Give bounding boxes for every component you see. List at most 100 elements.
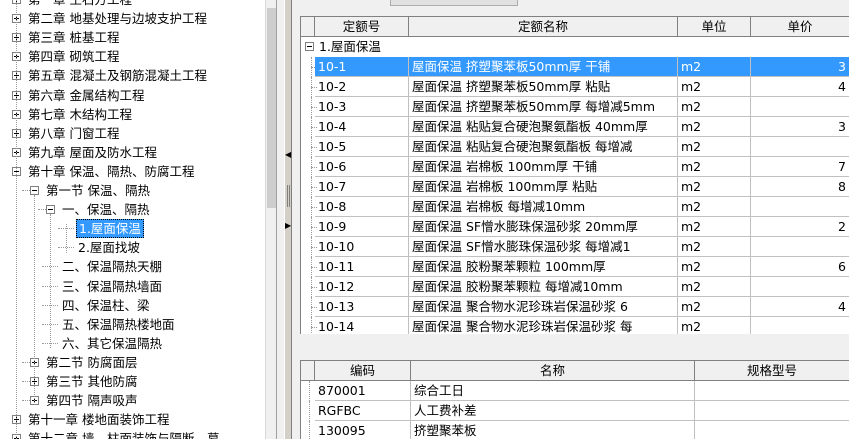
cell-quota-name: 屋面保温 岩棉板 100mm厚 干铺 <box>409 157 678 177</box>
table-row[interactable]: 870001 综合工日 <box>301 381 849 401</box>
header-price[interactable]: 单价 <box>751 17 849 37</box>
tree-connector <box>22 381 30 382</box>
tree-item-label: 第一章 土石方工程 <box>26 0 134 9</box>
cell-price <box>751 317 849 334</box>
cell-quota-code: 10-2 <box>315 77 409 97</box>
tree-item[interactable]: 第一节 保温、隔热 <box>0 181 265 200</box>
tree-connector <box>309 401 310 421</box>
chapter-tree[interactable]: 第一章 土石方工程第二章 地基处理与边坡支护工程第三章 桩基工程第四章 砌筑工程… <box>0 0 276 439</box>
tree-scrollbar[interactable] <box>265 0 276 439</box>
cell-price: 4 <box>751 297 849 317</box>
table-row[interactable]: 10-10 屋面保温 SF憎水膨珠保温砂浆 每增减1 m2 <box>301 237 849 257</box>
tree-item[interactable]: 三、保温隔热墙面 <box>0 277 265 296</box>
table-row[interactable]: 10-9 屋面保温 SF憎水膨珠保温砂浆 20mm厚 m2 2 <box>301 217 849 237</box>
cell-quota-code: 10-11 <box>315 257 409 277</box>
cell-unit: m2 <box>678 57 751 77</box>
table-row[interactable]: 10-5 屋面保温 粘贴复合硬泡聚氨酯板 每增减 m2 <box>301 137 849 157</box>
tree-item[interactable]: 第四章 砌筑工程 <box>0 47 265 66</box>
tree-item[interactable]: 第二章 地基处理与边坡支护工程 <box>0 9 265 28</box>
tree-item[interactable]: 第二节 防腐面层 <box>0 353 265 372</box>
cell-unit: m2 <box>678 317 751 334</box>
cell-price: 6 <box>751 257 849 277</box>
tree-item[interactable]: 六、其它保温隔热 <box>0 334 265 353</box>
collapse-icon[interactable] <box>30 186 39 195</box>
splitter-handle[interactable]: ◀ ▶ <box>284 0 292 439</box>
tree-item[interactable]: 第一章 土石方工程 <box>0 0 265 9</box>
table-row[interactable]: 10-12 屋面保温 胶粉聚苯颗粒 每增减10mm m2 <box>301 277 849 297</box>
cell-unit: m2 <box>678 137 751 157</box>
table-row[interactable]: 10-4 屋面保温 粘贴复合硬泡聚氨酯板 40mm厚 m2 3 <box>301 117 849 137</box>
cell-quota-name: 屋面保温 胶粉聚苯颗粒 每增减10mm <box>409 277 678 297</box>
tree-item[interactable]: 四、保温柱、梁 <box>0 296 265 315</box>
tree-item[interactable]: 第七章 木结构工程 <box>0 105 265 124</box>
tree-item[interactable]: 2.屋面找坡 <box>0 238 265 257</box>
tree-connector <box>311 277 312 297</box>
table-row[interactable]: 10-14 屋面保温 聚合物水泥珍珠岩保温砂浆 每 m2 <box>301 317 849 334</box>
header-unit[interactable]: 单位 <box>678 17 751 37</box>
header-material-code[interactable]: 编码 <box>315 361 411 381</box>
cell-quota-code: 10-13 <box>315 297 409 317</box>
table-row[interactable]: RGFBC 人工费补差 <box>301 401 849 421</box>
cell-material-code: 870001 <box>315 381 411 401</box>
tree-item[interactable]: 第八章 门窗工程 <box>0 124 265 143</box>
tree-connector <box>311 217 312 237</box>
tree-item[interactable]: 第九章 屋面及防水工程 <box>0 143 265 162</box>
table-row[interactable]: 10-11 屋面保温 胶粉聚苯颗粒 100mm厚 m2 6 <box>301 257 849 277</box>
header-quota-code[interactable]: 定额号 <box>315 17 409 37</box>
collapse-icon[interactable] <box>46 205 55 215</box>
material-grid[interactable]: 编码 名称 规格型号 870001 综合工日 RGFBC 人工费补差 130095 挤塑聚… <box>300 360 849 439</box>
header-material-name[interactable]: 名称 <box>411 361 695 381</box>
tree-item[interactable]: 第四节 隔声吸声 <box>0 391 265 410</box>
cell-quota-name: 屋面保温 岩棉板 每增减10mm <box>409 197 678 217</box>
table-row[interactable]: 10-13 屋面保温 聚合物水泥珍珠岩保温砂浆 6 m2 4 <box>301 297 849 317</box>
cell-price: 4 <box>751 77 849 97</box>
tree-item-label: 第二节 防腐面层 <box>46 354 138 370</box>
toolbar-button[interactable] <box>390 0 518 6</box>
cell-spec <box>695 401 849 421</box>
cell-quota-name: 屋面保温 岩棉板 100mm厚 粘贴 <box>409 177 678 197</box>
table-row[interactable]: 10-1 屋面保温 挤塑聚苯板50mm厚 干铺 m2 3 <box>301 57 849 77</box>
tree-item[interactable]: 二、保温隔热天棚 <box>0 257 265 276</box>
cell-unit: m2 <box>678 177 751 197</box>
tree-item[interactable]: 第五章 混凝土及钢筋混凝土工程 <box>0 66 265 85</box>
tree-item[interactable]: 第三章 桩基工程 <box>0 28 265 47</box>
cell-quota-name: 屋面保温 胶粉聚苯颗粒 100mm厚 <box>409 257 678 277</box>
table-row[interactable]: 10-7 屋面保温 岩棉板 100mm厚 粘贴 m2 8 <box>301 177 849 197</box>
tree-item[interactable]: 一、保温、隔热 <box>0 200 265 219</box>
group-row[interactable]: 1.屋面保温 <box>301 37 849 57</box>
tree-item[interactable]: 第十二章 墙、柱面装饰与隔断、幕 <box>0 429 265 439</box>
tree-item[interactable]: 第十一章 楼地面装饰工程 <box>0 410 265 429</box>
tree-connector <box>311 257 312 277</box>
cell-quota-code: 10-10 <box>315 237 409 257</box>
header-spec[interactable]: 规格型号 <box>695 361 849 381</box>
cell-quota-name: 屋面保温 聚合物水泥珍珠岩保温砂浆 每 <box>409 317 678 334</box>
tree-item-label: 第五章 混凝土及钢筋混凝土工程 <box>28 68 207 84</box>
cell-quota-name: 屋面保温 粘贴复合硬泡聚氨酯板 每增减 <box>409 137 678 157</box>
cell-quota-name: 屋面保温 聚合物水泥珍珠岩保温砂浆 6 <box>409 297 678 317</box>
cell-spec <box>695 381 849 401</box>
table-row[interactable]: 10-6 屋面保温 岩棉板 100mm厚 干铺 m2 7 <box>301 157 849 177</box>
table-row[interactable]: 10-8 屋面保温 岩棉板 每增减10mm m2 <box>301 197 849 217</box>
header-quota-name[interactable]: 定额名称 <box>409 17 678 37</box>
table-row[interactable]: 10-2 屋面保温 挤塑聚苯板50mm厚 粘贴 m2 4 <box>301 77 849 97</box>
cell-price <box>751 277 849 297</box>
tree-item-label: 1.屋面保温 <box>76 219 144 239</box>
cell-quota-name: 屋面保温 挤塑聚苯板50mm厚 每增减5mm <box>409 97 678 117</box>
tree-item[interactable]: 五、保温隔热楼地面 <box>0 315 265 334</box>
cell-quota-code: 10-3 <box>315 97 409 117</box>
cell-material-name: 挤塑聚苯板 <box>411 421 695 439</box>
table-row[interactable]: 130095 挤塑聚苯板 <box>301 421 849 439</box>
table-row[interactable]: 10-3 屋面保温 挤塑聚苯板50mm厚 每增减5mm m2 <box>301 97 849 117</box>
tree-item[interactable]: 第十章 保温、隔热、防腐工程 <box>0 162 265 181</box>
cell-unit: m2 <box>678 77 751 97</box>
tree-item-label: 第三节 其他防腐 <box>46 374 138 389</box>
tree-scrollbar-thumb[interactable] <box>267 8 276 208</box>
cell-price <box>751 97 849 117</box>
tree-item[interactable]: 1.屋面保温 <box>0 219 265 239</box>
group-collapse-icon[interactable] <box>305 42 314 51</box>
quota-grid[interactable]: 定额号 定额名称 单位 单价 1.屋面保温 10-1 屋面保温 挤塑聚苯板50mm… <box>300 16 849 334</box>
expand-right-icon[interactable]: ▶ <box>285 221 291 231</box>
tree-item[interactable]: 第六章 金属结构工程 <box>0 86 265 105</box>
collapse-left-icon[interactable]: ◀ <box>285 150 291 160</box>
tree-item[interactable]: 第三节 其他防腐 <box>0 372 265 391</box>
